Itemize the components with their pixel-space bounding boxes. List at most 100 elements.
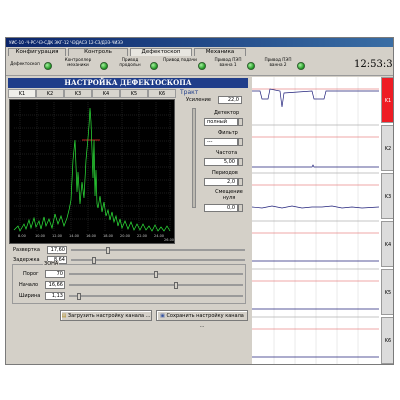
panel-title: НАСТРОЙКА ДЕФЕКТОСКОПА <box>8 78 248 88</box>
x-tick: 10.00 <box>35 234 46 238</box>
sweep-row: Развертка 17,60 <box>9 246 248 255</box>
folder-icon: ▤ <box>61 313 67 319</box>
frequency-label: Частота <box>216 150 238 156</box>
zero-shift-spinner-icon[interactable] <box>238 204 243 212</box>
status-label-mech-controller: Контроллер механики <box>64 57 92 67</box>
strip-tab-k4[interactable]: K4 <box>381 221 393 267</box>
x-tick: 24.00 <box>154 234 165 238</box>
strip-charts <box>252 77 379 364</box>
strip-tab-k6[interactable]: K6 <box>381 317 393 364</box>
sweep-slider-thumb[interactable] <box>106 247 110 254</box>
load-channel-settings-button[interactable]: ▤ Загрузить настройку канала ... <box>60 310 152 321</box>
gain-field[interactable]: 22,0 <box>218 96 242 104</box>
tract-label: Тракт <box>180 89 199 96</box>
filter-dropdown-icon[interactable] <box>238 138 243 146</box>
zero-shift-field[interactable]: 0,0 <box>204 204 238 212</box>
start-slider[interactable] <box>69 282 243 289</box>
x-tick: 18.00 <box>103 234 114 238</box>
strip-tab-k3[interactable]: K3 <box>381 173 393 219</box>
start-row: Начало 16,66 <box>13 281 245 290</box>
x-tick: 16.00 <box>86 234 97 238</box>
detector-select[interactable]: полный <box>204 118 238 126</box>
status-label-pep-bath2: Привод ПЭП ванна 2 <box>264 57 292 67</box>
status-label-flaw-detector: Дефектоскоп <box>10 61 40 66</box>
channel-tabs: K1 K2 K3 K4 K5 K6 <box>8 89 178 98</box>
x-tick: 20.00 <box>120 234 131 238</box>
delay-slider[interactable] <box>71 257 245 264</box>
width-slider[interactable] <box>69 293 243 300</box>
status-led-icon <box>150 62 158 70</box>
delay-label: Задержка <box>13 257 40 263</box>
strip-trace-k1 <box>252 88 379 108</box>
clock: 12:53:36 <box>354 59 393 70</box>
channel-tab-k5[interactable]: K5 <box>120 89 148 98</box>
gain-label: Усиление <box>186 97 211 103</box>
status-label-feed-drive: Привод подачи <box>163 57 197 62</box>
channel-tab-k3[interactable]: K3 <box>64 89 92 98</box>
frequency-spinner-icon[interactable] <box>238 158 243 166</box>
status-label-long-drive: Привод продольн <box>119 57 141 67</box>
sweep-slider[interactable] <box>71 247 245 254</box>
start-slider-thumb[interactable] <box>174 282 178 289</box>
delay-slider-thumb[interactable] <box>92 257 96 264</box>
threshold-row: Порог 70 <box>13 270 245 279</box>
channel-tab-k2[interactable]: K2 <box>36 89 64 98</box>
x-axis-ticks: 8.00 10.00 12.00 14.00 16.00 18.00 20.00… <box>12 234 175 242</box>
threshold-slider-thumb[interactable] <box>154 271 158 278</box>
threshold-label: Порог <box>23 271 39 277</box>
x-tick: 8.00 <box>18 234 26 238</box>
detector-dropdown-icon[interactable] <box>238 118 243 126</box>
status-led-icon <box>100 62 108 70</box>
periods-field[interactable]: 2,0 <box>204 178 238 186</box>
x-tick: 26.00 <box>164 238 175 242</box>
frequency-field[interactable]: 5,00 <box>204 158 238 166</box>
width-slider-thumb[interactable] <box>77 293 81 300</box>
window-title: УИС-10 -Ч-РС-ЧЭ-СДК ЭКГ-12 ЧЭДАСЭ 12-СЗ/… <box>6 38 393 47</box>
zone-title: ЗОНА <box>43 261 60 267</box>
width-field[interactable]: 1,13 <box>45 292 65 300</box>
zone-group: ЗОНА Порог 70 Начало 16,66 Ширина 1,13 <box>12 261 246 304</box>
tab-configuration[interactable]: Конфигурация <box>8 48 66 56</box>
strip-trace-k3 <box>252 205 379 209</box>
gain-slider[interactable] <box>192 108 196 208</box>
threshold-field[interactable]: 70 <box>45 270 65 278</box>
strip-tab-k2[interactable]: K2 <box>381 125 393 171</box>
tab-control[interactable]: Контроль <box>68 48 128 56</box>
a-scan-display[interactable]: 8.00 10.00 12.00 14.00 16.00 18.00 20.00… <box>9 99 175 244</box>
start-field[interactable]: 16,66 <box>45 281 65 289</box>
a-scan-plot <box>13 102 172 232</box>
width-row: Ширина 1,13 <box>13 292 245 301</box>
save-channel-settings-button[interactable]: ▣ Сохранить настройку канала ... <box>156 310 248 329</box>
x-tick: 22.00 <box>137 234 148 238</box>
strip-tab-k1[interactable]: K1 <box>381 77 393 123</box>
settings-pane: НАСТРОЙКА ДЕФЕКТОСКОПА K1 K2 K3 K4 K5 K6 <box>6 78 248 364</box>
status-label-pep-bath1: Привод ПЭП ванна 1 <box>214 57 242 67</box>
status-led-icon <box>44 62 52 70</box>
strip-tab-k5[interactable]: K5 <box>381 269 393 315</box>
channel-tab-k6[interactable]: K6 <box>148 89 176 98</box>
x-tick: 14.00 <box>69 234 80 238</box>
periods-spinner-icon[interactable] <box>238 178 243 186</box>
tab-flaw-detector[interactable]: Дефектоскоп <box>130 48 192 56</box>
load-button-label: Загрузить настройку канала ... <box>67 313 151 319</box>
a-scan-trace <box>13 107 171 232</box>
save-button-label: Сохранить настройку канала ... <box>166 313 244 329</box>
filter-label: Фильтр <box>218 130 238 136</box>
status-led-icon <box>297 62 305 70</box>
floppy-icon: ▣ <box>160 313 165 319</box>
tab-mechanics[interactable]: Механика <box>194 48 246 56</box>
width-label: Ширина <box>19 293 41 299</box>
main-tabs: Конфигурация Контроль Дефектоскоп Механи… <box>6 48 393 56</box>
detector-label: Детектор <box>214 110 240 116</box>
sweep-field[interactable]: 17,60 <box>47 246 67 254</box>
channel-tab-k4[interactable]: K4 <box>92 89 120 98</box>
status-row: Дефектоскоп Контроллер механики Привод п… <box>6 56 393 76</box>
threshold-slider[interactable] <box>69 271 243 278</box>
status-led-icon <box>198 62 206 70</box>
x-tick: 12.00 <box>52 234 63 238</box>
channel-tab-k1[interactable]: K1 <box>8 89 36 98</box>
app-window: УИС-10 -Ч-РС-ЧЭ-СДК ЭКГ-12 ЧЭДАСЭ 12-СЗ/… <box>5 37 394 365</box>
status-led-icon <box>247 62 255 70</box>
channel-strips: K1 K2 K3 K4 K5 K6 <box>252 77 393 364</box>
filter-select[interactable]: --- <box>204 138 238 146</box>
